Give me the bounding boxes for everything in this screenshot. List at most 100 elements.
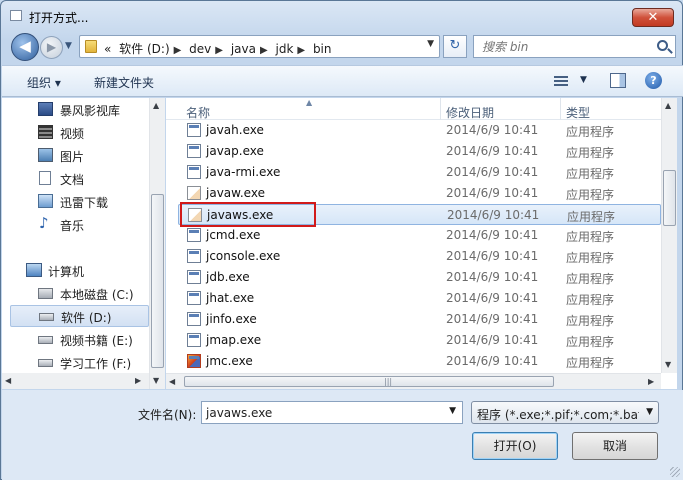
file-name: jcmd.exe xyxy=(206,228,261,242)
scroll-down-icon[interactable]: ▼ xyxy=(665,360,671,369)
sidebar-item-label: 软件 (D:) xyxy=(61,311,112,325)
computer-icon xyxy=(26,263,42,277)
file-list-hscroll-thumb[interactable]: ||| xyxy=(184,376,554,387)
file-name: jmc.exe xyxy=(206,354,253,368)
file-name: jinfo.exe xyxy=(206,312,257,326)
file-row[interactable]: jmap.exe 2014/6/9 10:41 应用程序 xyxy=(178,330,661,351)
view-options-icon[interactable] xyxy=(554,74,568,87)
chevron-right-icon[interactable]: ▶ xyxy=(297,45,305,56)
scroll-left-icon[interactable]: ◀ xyxy=(5,376,11,385)
scroll-up-icon[interactable]: ▲ xyxy=(153,101,159,110)
document-icon xyxy=(39,171,51,185)
file-name: jconsole.exe xyxy=(206,249,281,263)
sidebar-item-baofeng[interactable]: 暴风影视库 xyxy=(24,99,162,121)
chevron-down-icon[interactable]: ▼ xyxy=(449,406,456,416)
sidebar-item-pictures[interactable]: 图片 xyxy=(24,145,162,167)
resize-grip-icon[interactable] xyxy=(670,467,680,477)
search-icon[interactable] xyxy=(657,40,668,51)
chevron-right-icon[interactable]: ▶ xyxy=(260,45,268,56)
file-name: javaw.exe xyxy=(206,186,265,200)
open-button[interactable]: 打开(O) xyxy=(472,432,558,460)
chevron-down-icon[interactable]: ▼ xyxy=(646,407,653,417)
file-type-filter-value: 程序 (*.exe;*.pif;*.com;*.bat;*. xyxy=(477,408,639,422)
sidebar-item-video[interactable]: 视频 xyxy=(24,122,162,144)
file-type-filter[interactable]: 程序 (*.exe;*.pif;*.com;*.bat;*. ▼ xyxy=(471,401,659,424)
filename-field[interactable]: javaws.exe ▼ xyxy=(201,401,463,424)
history-dropdown-icon[interactable]: ▼ xyxy=(65,41,72,51)
column-divider[interactable] xyxy=(560,98,561,120)
filename-value[interactable]: javaws.exe xyxy=(206,406,272,420)
sidebar-item-label: 音乐 xyxy=(60,219,85,233)
exe-icon xyxy=(187,123,201,137)
chevron-right-icon[interactable]: ▶ xyxy=(215,45,223,56)
sidebar-item-music[interactable]: ♪ 音乐 xyxy=(24,214,162,236)
file-name: javap.exe xyxy=(206,144,264,158)
search-box[interactable] xyxy=(473,35,676,58)
file-type: 应用程序 xyxy=(566,230,615,244)
scroll-left-icon[interactable]: ◀ xyxy=(169,377,175,386)
breadcrumb-dev[interactable]: dev xyxy=(189,42,211,56)
chevron-right-icon[interactable]: ▶ xyxy=(174,45,182,56)
column-date[interactable]: 修改日期 xyxy=(446,104,494,121)
file-date: 2014/6/9 10:41 xyxy=(446,186,539,200)
refresh-button[interactable]: ↻ xyxy=(443,35,467,58)
sidebar-item-drive-f[interactable]: 学习工作 (F:) xyxy=(24,352,162,374)
search-input[interactable] xyxy=(482,38,642,55)
close-button[interactable]: ✕ xyxy=(632,8,674,27)
file-row[interactable]: jinfo.exe 2014/6/9 10:41 应用程序 xyxy=(178,309,661,330)
file-date: 2014/6/9 10:41 xyxy=(446,270,539,284)
sidebar-scroll-thumb[interactable] xyxy=(151,194,164,368)
file-date: 2014/6/9 10:41 xyxy=(446,333,539,347)
file-type: 应用程序 xyxy=(566,293,615,307)
address-dropdown-icon[interactable]: ▼ xyxy=(427,39,434,49)
file-list-horizontal-scrollbar[interactable]: ◀ ||| ▶ xyxy=(166,373,661,389)
address-bar[interactable]: « 软件 (D:) ▶ dev ▶ java ▶ jdk ▶ bin ▼ xyxy=(79,35,440,58)
column-name[interactable]: 名称 xyxy=(186,104,210,121)
file-name: javah.exe xyxy=(206,123,264,137)
cancel-button[interactable]: 取消 xyxy=(572,432,658,460)
scroll-up-icon[interactable]: ▲ xyxy=(665,101,671,110)
breadcrumb: « 软件 (D:) ▶ dev ▶ java ▶ jdk ▶ bin xyxy=(104,40,336,57)
file-row[interactable]: jcmd.exe 2014/6/9 10:41 应用程序 xyxy=(178,225,661,246)
file-row[interactable]: jmc.exe 2014/6/9 10:41 应用程序 xyxy=(178,351,661,372)
back-button[interactable]: ◀ xyxy=(11,33,39,61)
sidebar-item-documents[interactable]: 文档 xyxy=(24,168,162,190)
file-row[interactable]: jhat.exe 2014/6/9 10:41 应用程序 xyxy=(178,288,661,309)
breadcrumb-jdk[interactable]: jdk xyxy=(276,42,294,56)
preview-pane-icon[interactable] xyxy=(610,73,626,88)
breadcrumb-bin[interactable]: bin xyxy=(313,42,332,56)
file-date: 2014/6/9 10:41 xyxy=(446,123,539,137)
column-type[interactable]: 类型 xyxy=(566,104,590,121)
sidebar-horizontal-scrollbar[interactable]: ◀ ▶ xyxy=(2,373,149,389)
sidebar-item-drive-d[interactable]: 软件 (D:) xyxy=(10,305,149,327)
scroll-right-icon[interactable]: ▶ xyxy=(135,376,141,385)
breadcrumb-drive[interactable]: 软件 (D:) xyxy=(119,42,169,56)
new-folder-button[interactable]: 新建文件夹 xyxy=(94,74,154,91)
sidebar-item-computer[interactable]: 计算机 xyxy=(16,260,154,282)
scroll-down-icon[interactable]: ▼ xyxy=(153,376,159,385)
file-row[interactable]: javah.exe 2014/6/9 10:41 应用程序 xyxy=(178,120,661,141)
sidebar-item-drive-e[interactable]: 视频书籍 (E:) xyxy=(24,329,162,351)
forward-button[interactable]: ▶ xyxy=(40,36,63,59)
file-list-scroll-thumb[interactable] xyxy=(663,170,676,226)
column-divider[interactable] xyxy=(440,98,441,120)
exe-icon xyxy=(187,270,201,284)
help-icon[interactable]: ? xyxy=(645,72,662,89)
file-row[interactable]: jconsole.exe 2014/6/9 10:41 应用程序 xyxy=(178,246,661,267)
sidebar-item-xunlei[interactable]: 迅雷下载 xyxy=(24,191,162,213)
view-dropdown-icon[interactable]: ▼ xyxy=(580,75,587,85)
file-row[interactable]: jdb.exe 2014/6/9 10:41 应用程序 xyxy=(178,267,661,288)
breadcrumb-overflow[interactable]: « xyxy=(104,42,111,56)
scroll-right-icon[interactable]: ▶ xyxy=(648,377,654,386)
file-list-vertical-scrollbar[interactable]: ▲ ▼ xyxy=(661,98,677,373)
sidebar-item-label: 图片 xyxy=(60,150,85,164)
title-bar[interactable]: 打开方式... ✕ xyxy=(1,1,682,31)
sidebar-vertical-scrollbar[interactable]: ▲ ▼ xyxy=(149,98,165,389)
file-row[interactable]: javaw.exe 2014/6/9 10:41 应用程序 xyxy=(178,183,661,204)
file-row[interactable]: javap.exe 2014/6/9 10:41 应用程序 xyxy=(178,141,661,162)
file-date: 2014/6/9 10:41 xyxy=(447,208,540,222)
sidebar-item-drive-c[interactable]: 本地磁盘 (C:) xyxy=(24,283,162,305)
file-row[interactable]: java-rmi.exe 2014/6/9 10:41 应用程序 xyxy=(178,162,661,183)
breadcrumb-java[interactable]: java xyxy=(231,42,256,56)
organize-button[interactable]: 组织 ▾ xyxy=(27,74,61,91)
